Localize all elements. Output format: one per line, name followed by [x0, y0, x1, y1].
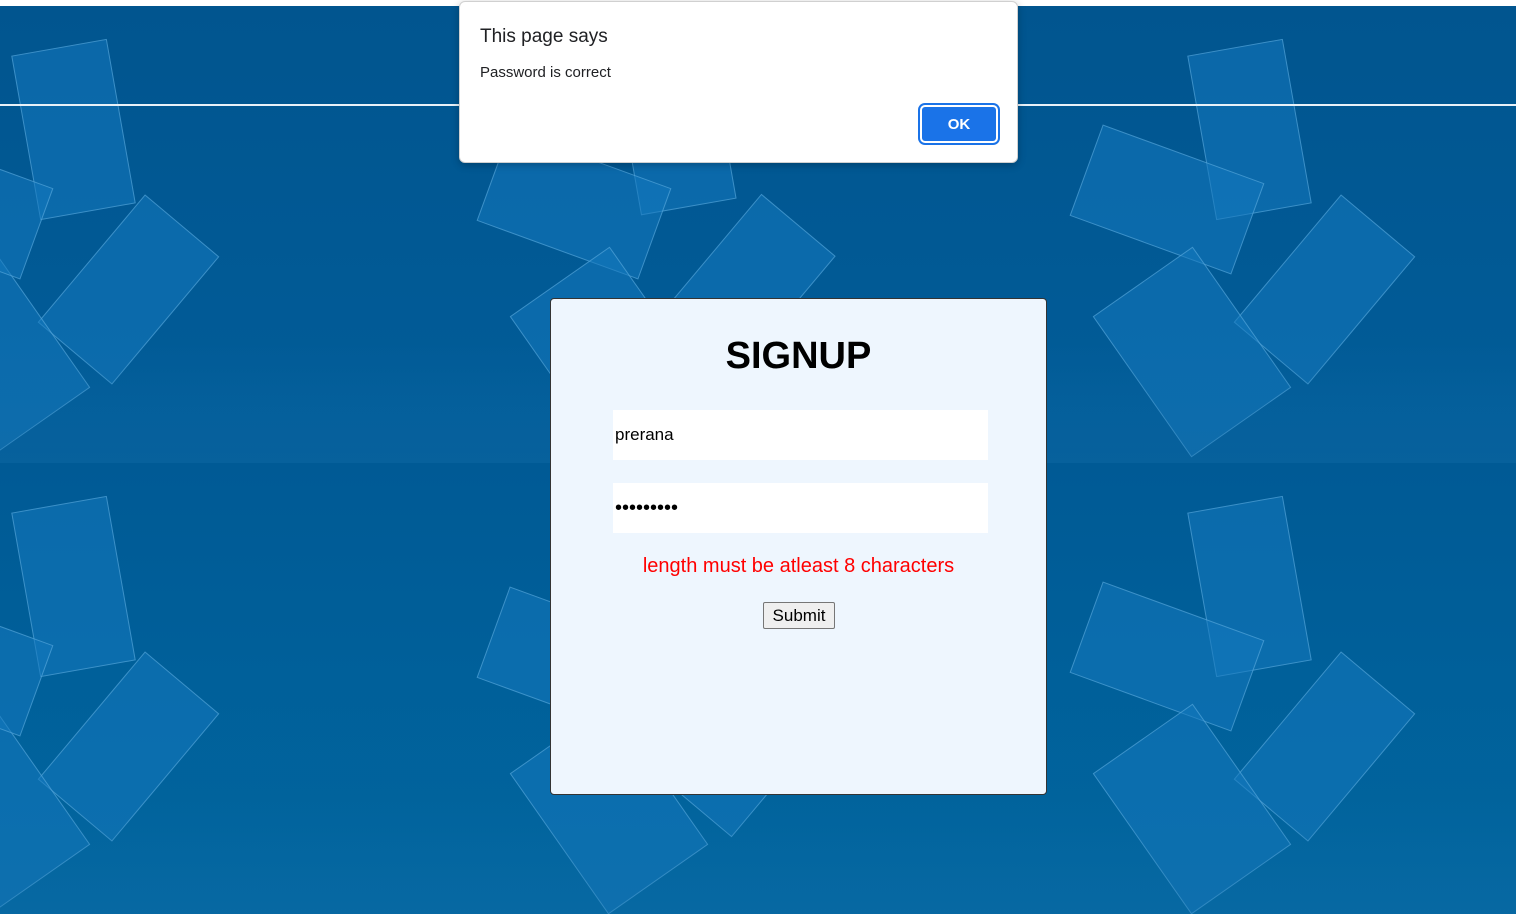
- alert-dialog: This page says Password is correct OK: [459, 1, 1018, 163]
- username-input[interactable]: [613, 410, 988, 460]
- dialog-title: This page says: [480, 26, 608, 47]
- background-tile: [0, 6, 368, 463]
- validation-error-message: length must be atleast 8 characters: [642, 555, 955, 577]
- submit-button[interactable]: Submit: [763, 602, 835, 629]
- dialog-message: Password is correct: [480, 64, 611, 81]
- signup-form: SIGNUP length must be atleast 8 characte…: [550, 298, 1047, 795]
- signup-title: SIGNUP: [725, 335, 872, 377]
- password-input[interactable]: [613, 483, 988, 533]
- background-tile: [0, 463, 368, 914]
- ok-button[interactable]: OK: [920, 105, 998, 143]
